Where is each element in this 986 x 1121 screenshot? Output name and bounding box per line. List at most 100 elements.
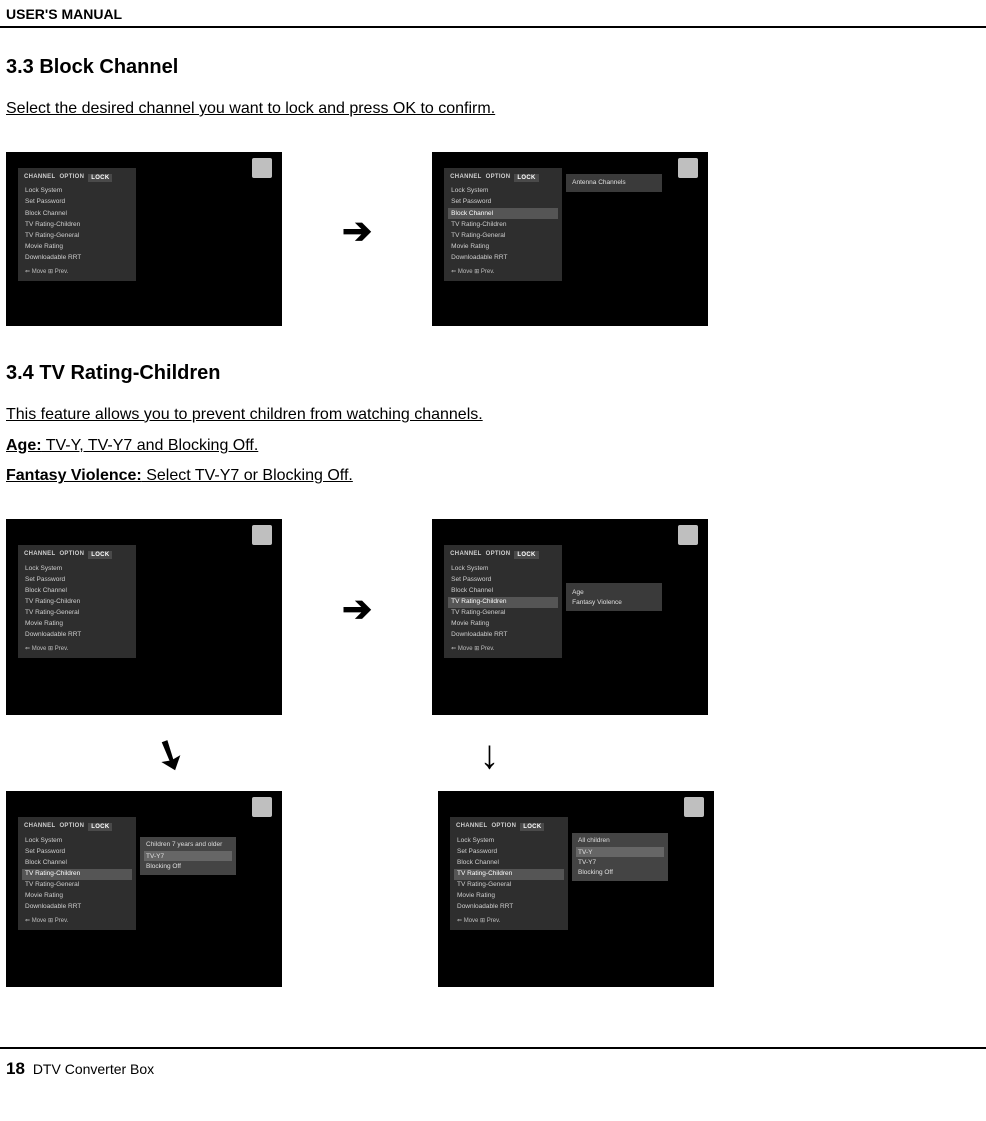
tab-option: OPTION: [486, 174, 511, 182]
section-3-3-desc: Select the desired channel you want to l…: [6, 97, 980, 122]
menu-item: TV Rating-General: [22, 880, 132, 891]
menu-item: Movie Rating: [448, 619, 558, 630]
menu-item: Movie Rating: [448, 241, 558, 252]
menu-item: Downloadable RRT: [454, 902, 564, 913]
menu-hint: ⇐ Move ⊞ Prev.: [22, 264, 132, 275]
arrow-row: ➘ ↓: [6, 725, 646, 785]
menu-item: Movie Rating: [22, 241, 132, 252]
tab-lock: LOCK: [88, 551, 112, 559]
arrow-right-icon: ➔: [342, 213, 372, 249]
menu-item: TV Rating-General: [454, 880, 564, 891]
menu-hint: ⇐ Move ⊞ Prev.: [448, 641, 558, 652]
menu-item: TV Rating-General: [22, 608, 132, 619]
tab-channel: CHANNEL: [450, 174, 481, 182]
submenu-item: Fantasy Violence: [570, 597, 658, 607]
submenu-header: Children 7 years and older: [144, 841, 232, 851]
submenu-item: TV-Y7: [144, 851, 232, 861]
menu-item: Lock System: [448, 186, 558, 197]
tab-lock: LOCK: [88, 174, 112, 182]
tab-channel: CHANNEL: [24, 823, 55, 831]
menu-item-selected: TV Rating-Children: [448, 597, 558, 608]
menu-item: TV Rating-Children: [22, 597, 132, 608]
menu-item: Block Channel: [22, 857, 132, 868]
menu-item: Movie Rating: [454, 891, 564, 902]
menu-hint: ⇐ Move ⊞ Prev.: [454, 913, 564, 924]
menu-item: Block Channel: [22, 208, 132, 219]
footer-product: DTV Converter Box: [33, 1061, 154, 1077]
fv-text: Select TV-Y7 or Blocking Off.: [142, 467, 353, 484]
section-3-3-heading: 3.3 Block Channel: [6, 56, 980, 79]
menu-item: Downloadable RRT: [448, 253, 558, 264]
age-text: TV-Y, TV-Y7 and Blocking Off.: [42, 437, 259, 454]
section-3-4-desc: This feature allows you to prevent child…: [6, 403, 980, 428]
menu-hint: ⇐ Move ⊞ Prev.: [448, 264, 558, 275]
header-title: USER'S MANUAL: [6, 6, 122, 22]
menu-item-selected: TV Rating-Children: [454, 869, 564, 880]
submenu-item: Antenna Channels: [570, 178, 658, 188]
menu-item: Block Channel: [454, 857, 564, 868]
tab-lock: LOCK: [88, 823, 112, 831]
menu-item: TV Rating-Children: [22, 219, 132, 230]
tab-lock: LOCK: [514, 551, 538, 559]
arrow-down-left-icon: ➘: [146, 730, 193, 780]
screenshot-lock-menu-2: CHANNEL OPTION LOCK Lock System Set Pass…: [6, 519, 282, 715]
menu-item: Block Channel: [22, 585, 132, 596]
tab-lock: LOCK: [514, 174, 538, 182]
menu-item: Downloadable RRT: [22, 902, 132, 913]
section-3-4-fv: Fantasy Violence: Select TV-Y7 or Blocki…: [6, 464, 980, 489]
arrow-down-icon: ↓: [479, 735, 499, 775]
page-footer: 18 DTV Converter Box: [0, 1047, 986, 1079]
tab-channel: CHANNEL: [456, 823, 487, 831]
screenshot-block-channel-submenu: CHANNEL OPTION LOCK Lock System Set Pass…: [432, 152, 708, 326]
screenshot-fantasy-violence-options: CHANNEL OPTION LOCK Lock System Set Pass…: [6, 791, 282, 987]
menu-item: TV Rating-General: [448, 608, 558, 619]
screenshot-age-options: CHANNEL OPTION LOCK Lock System Set Pass…: [438, 791, 714, 987]
menu-item: TV Rating-General: [448, 230, 558, 241]
age-label: Age:: [6, 437, 42, 454]
menu-item: Set Password: [22, 197, 132, 208]
submenu-item: Blocking Off: [144, 861, 232, 871]
menu-item: Lock System: [22, 563, 132, 574]
tab-option: OPTION: [59, 823, 84, 831]
menu-item: Movie Rating: [22, 619, 132, 630]
menu-hint: ⇐ Move ⊞ Prev.: [22, 641, 132, 652]
tab-option: OPTION: [59, 551, 84, 559]
screenshot-lock-menu: CHANNEL OPTION LOCK Lock System Set Pass…: [6, 152, 282, 326]
menu-item: Downloadable RRT: [448, 630, 558, 641]
lock-icon: [684, 797, 704, 817]
lock-icon: [678, 525, 698, 545]
menu-item: Block Channel: [448, 585, 558, 596]
submenu-item: Age: [570, 587, 658, 597]
section-3-4-heading: 3.4 TV Rating-Children: [6, 362, 980, 385]
tab-option: OPTION: [491, 823, 516, 831]
page-header: USER'S MANUAL: [0, 0, 986, 28]
menu-item-selected: Block Channel: [448, 208, 558, 219]
menu-item-selected: TV Rating-Children: [22, 869, 132, 880]
menu-item: Set Password: [448, 574, 558, 585]
menu-item: Lock System: [22, 186, 132, 197]
menu-item: TV Rating-Children: [448, 219, 558, 230]
menu-item: Movie Rating: [22, 891, 132, 902]
submenu-item: TV-Y: [576, 847, 664, 857]
menu-item: Downloadable RRT: [22, 253, 132, 264]
menu-item: Lock System: [454, 835, 564, 846]
lock-icon: [252, 525, 272, 545]
tab-lock: LOCK: [520, 823, 544, 831]
menu-item: Set Password: [22, 846, 132, 857]
menu-item: Set Password: [22, 574, 132, 585]
menu-item: Lock System: [22, 835, 132, 846]
submenu-item: TV-Y7: [576, 857, 664, 867]
figure-row-3-4-top: CHANNEL OPTION LOCK Lock System Set Pass…: [6, 519, 980, 715]
figure-row-3-3: CHANNEL OPTION LOCK Lock System Set Pass…: [6, 152, 980, 326]
tab-channel: CHANNEL: [24, 551, 55, 559]
section-3-4-age: Age: TV-Y, TV-Y7 and Blocking Off.: [6, 434, 980, 459]
menu-item: TV Rating-General: [22, 230, 132, 241]
submenu-item: Blocking Off: [576, 867, 664, 877]
lock-icon: [252, 797, 272, 817]
tab-option: OPTION: [59, 174, 84, 182]
arrow-right-icon: ➔: [342, 591, 372, 627]
menu-item: Downloadable RRT: [22, 630, 132, 641]
lock-icon: [252, 158, 272, 178]
tab-channel: CHANNEL: [24, 174, 55, 182]
menu-item: Set Password: [448, 197, 558, 208]
